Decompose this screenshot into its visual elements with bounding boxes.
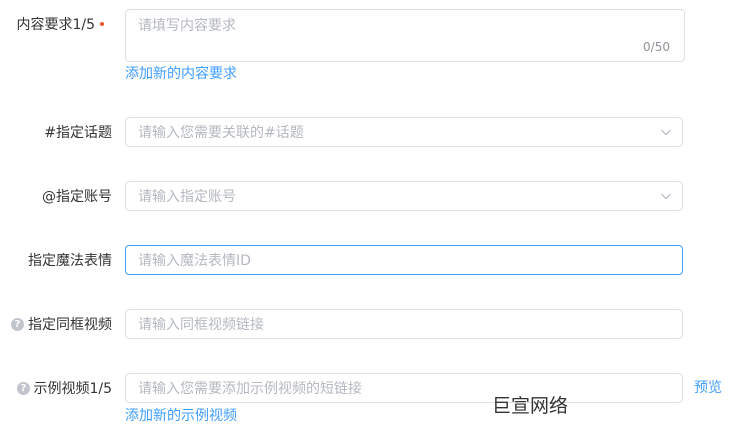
- content-requirement-label: 内容要求1/5: [16, 17, 95, 33]
- magic-emoji-placeholder: 请输入魔法表情ID: [138, 253, 251, 269]
- account-label: @指定账号: [42, 189, 112, 205]
- chevron-down-icon[interactable]: [660, 190, 672, 202]
- required-indicator: [100, 22, 104, 26]
- same-frame-placeholder: 请输入同框视频链接: [138, 317, 264, 333]
- topic-select[interactable]: 请输入您需要关联的#话题: [125, 117, 683, 147]
- account-placeholder: 请输入指定账号: [138, 189, 236, 205]
- form-page: 内容要求1/5 请填写内容要求 0/50 添加新的内容要求 #指定话题 请输入您…: [0, 0, 750, 430]
- magic-emoji-input[interactable]: 请输入魔法表情ID: [125, 245, 683, 275]
- account-select[interactable]: 请输入指定账号: [125, 181, 683, 211]
- example-video-label: 示例视频1/5: [33, 381, 112, 397]
- topic-placeholder: 请输入您需要关联的#话题: [138, 125, 304, 141]
- watermark-text: 巨宣网络: [492, 395, 569, 417]
- help-icon[interactable]: ?: [11, 318, 24, 331]
- same-frame-input[interactable]: 请输入同框视频链接: [125, 309, 683, 339]
- help-icon[interactable]: ?: [17, 382, 30, 395]
- content-requirement-placeholder: 请填写内容要求: [138, 18, 236, 34]
- topic-label: #指定话题: [44, 125, 112, 141]
- add-example-video-link[interactable]: 添加新的示例视频: [125, 407, 237, 425]
- example-video-input[interactable]: 请输入您需要添加示例视频的短链接: [125, 373, 683, 403]
- add-content-requirement-link[interactable]: 添加新的内容要求: [125, 65, 237, 83]
- magic-emoji-label: 指定魔法表情: [28, 253, 112, 269]
- chevron-down-icon[interactable]: [660, 126, 672, 138]
- preview-link[interactable]: 预览: [694, 379, 722, 397]
- example-video-placeholder: 请输入您需要添加示例视频的短链接: [138, 381, 362, 397]
- character-counter: 0/50: [643, 40, 670, 54]
- same-frame-label: 指定同框视频: [28, 317, 112, 333]
- content-requirement-textarea[interactable]: 请填写内容要求 0/50: [125, 9, 685, 62]
